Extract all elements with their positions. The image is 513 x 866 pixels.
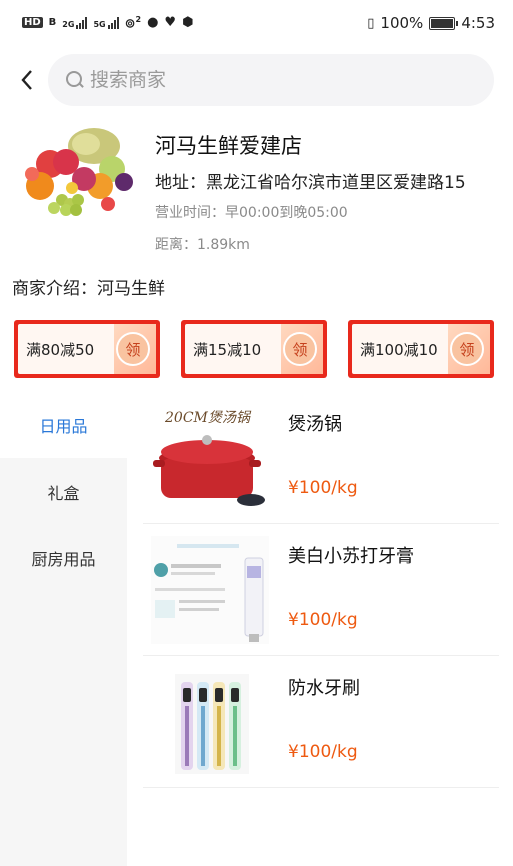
search-input[interactable] [90, 69, 450, 91]
coupon-label: 满15减10 [193, 341, 262, 359]
category-item-daily[interactable]: 日用品 [0, 392, 127, 458]
clock: 4:53 [461, 14, 495, 32]
store-name: 河马生鲜爱建店 [155, 134, 302, 158]
coupon-label: 满100减10 [360, 341, 438, 359]
claim-coupon-button[interactable]: 领 [116, 332, 150, 366]
category-item-gift-box[interactable]: 礼盒 [0, 459, 127, 525]
hd-icon: HD [22, 17, 43, 29]
svg-text:20CM煲汤锅: 20CM煲汤锅 [164, 410, 252, 426]
search-row [0, 54, 513, 106]
chevron-left-icon [21, 70, 32, 90]
coupon-card[interactable]: 满15减10 领 [181, 320, 327, 378]
category-sidebar: 日用品 礼盒 厨房用品 [0, 392, 127, 866]
product-image-toothpaste [151, 536, 269, 644]
product-name: 美白小苏打牙膏 [288, 546, 414, 567]
claim-coupon-button[interactable]: 领 [450, 332, 484, 366]
battery-percent: 100% [380, 14, 424, 32]
claim-coupon-button[interactable]: 领 [283, 332, 317, 366]
heart-icon: ♥ [164, 15, 177, 31]
store-distance: 距离：1.89km [155, 237, 250, 253]
product-price: ¥100/kg [288, 742, 358, 762]
search-box[interactable] [48, 54, 494, 106]
product-name: 防水牙刷 [288, 678, 360, 699]
product-image-toothbrush [175, 674, 249, 774]
notification-icon: ● [147, 15, 159, 31]
store-address: 地址：黑龙江省哈尔滨市道里区爱建路15 [155, 173, 466, 193]
search-icon [64, 69, 86, 91]
signal-5g-icon: 5G [93, 16, 119, 29]
coupon-card[interactable]: 满100减10 领 [348, 320, 494, 378]
product-item[interactable]: 防水牙刷 ¥100/kg [143, 656, 499, 788]
coupon-label: 满80减50 [26, 341, 95, 359]
merchant-intro: 商家介绍：河马生鲜 [12, 279, 165, 299]
b-badge: B [48, 17, 57, 29]
product-name: 煲汤锅 [288, 414, 342, 435]
status-left: HD B 2G 5G ⊚2 ● ♥ ⬢ [22, 15, 193, 31]
product-item[interactable]: 20CM煲汤锅 煲汤锅 ¥100/kg [143, 392, 499, 524]
store-logo [25, 128, 133, 216]
product-price: ¥100/kg [288, 478, 358, 498]
battery-icon [429, 16, 459, 30]
wifi-icon: ⊚2 [124, 14, 142, 32]
coupon-card[interactable]: 满80减50 领 [14, 320, 160, 378]
product-price: ¥100/kg [288, 610, 358, 630]
store-hours: 营业时间：早00:00到晚05:00 [155, 205, 348, 221]
back-button[interactable] [0, 54, 46, 106]
shield-icon: ⬢ [182, 15, 194, 31]
vibrate-icon: ▯ [367, 15, 375, 31]
category-item-kitchen[interactable]: 厨房用品 [0, 525, 127, 591]
status-bar: HD B 2G 5G ⊚2 ● ♥ ⬢ ▯ 100% 4:53 [0, 0, 513, 46]
product-item[interactable]: 美白小苏打牙膏 ¥100/kg [143, 524, 499, 656]
product-image-pot: 20CM煲汤锅 [153, 410, 265, 506]
signal-icon: 2G [62, 16, 88, 29]
status-right: ▯ 100% 4:53 [367, 14, 495, 32]
